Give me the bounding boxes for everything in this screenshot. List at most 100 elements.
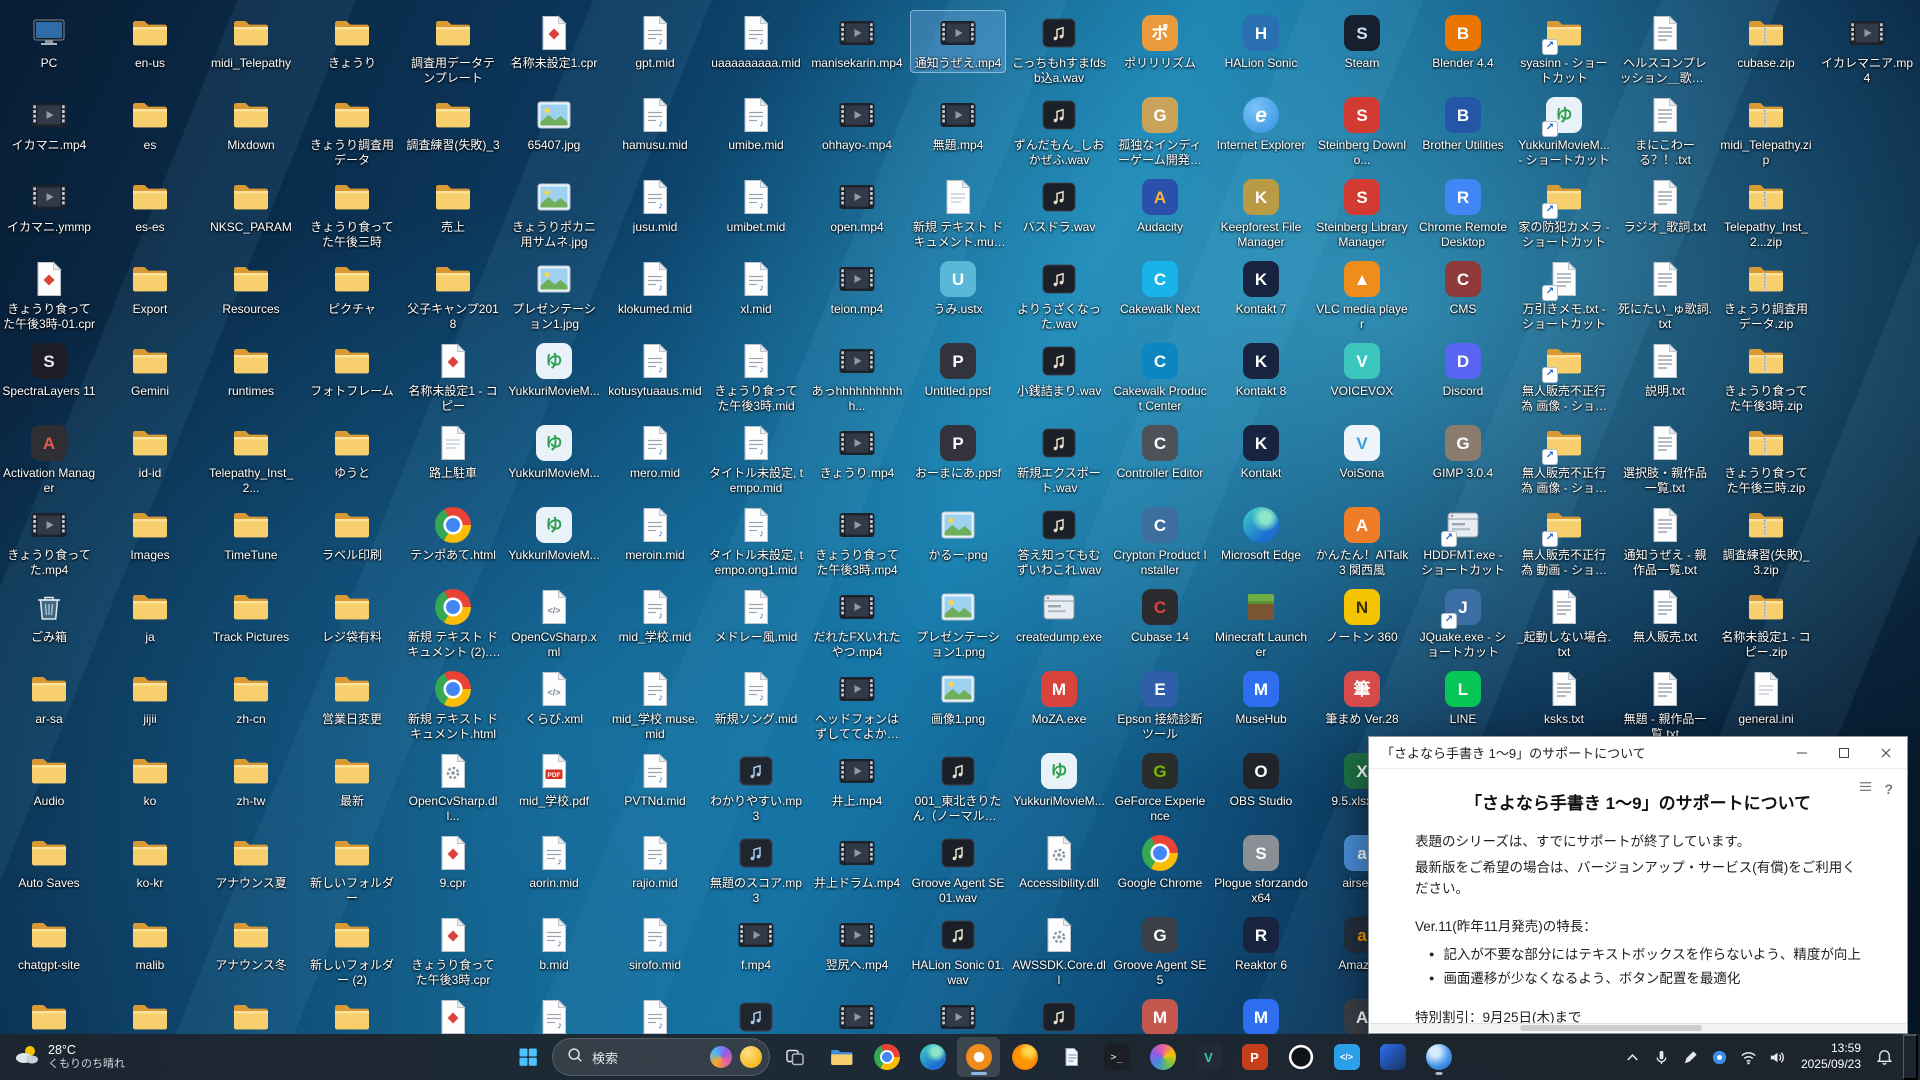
menu-icon[interactable] — [1858, 779, 1873, 799]
desktop-icon[interactable]: M — [1213, 994, 1309, 1034]
desktop-icon[interactable]: ♪新規ソング.mid — [708, 666, 804, 729]
desktop-icon[interactable]: きょうり — [304, 10, 400, 73]
desktop-icon[interactable]: DDiscord — [1415, 338, 1511, 401]
desktop-icon[interactable]: ♪PVTNd.mid — [607, 748, 703, 811]
desktop-icon[interactable]: 無題のスコア.mp3 — [708, 830, 804, 908]
desktop-icon[interactable]: 9.cpr — [405, 830, 501, 893]
taskbar-app-notepad[interactable] — [1049, 1037, 1092, 1077]
desktop-icon[interactable]: es — [102, 92, 198, 155]
desktop-icon[interactable]: SSpectraLayers 11 — [1, 338, 97, 401]
desktop-icon[interactable] — [1011, 994, 1107, 1034]
desktop-icon[interactable]: EEpson 接続診断ツール — [1112, 666, 1208, 744]
desktop-icon[interactable]: バスドラ.wav — [1011, 174, 1107, 237]
desktop-icon[interactable]: ♪kotusytuaaus.mid — [607, 338, 703, 401]
desktop-icon[interactable] — [1, 994, 97, 1034]
desktop-icon[interactable]: general.ini — [1718, 666, 1814, 729]
desktop-icon[interactable]: 無題 - 親作品一覧.txt — [1617, 666, 1713, 744]
desktop-icon[interactable]: LLINE — [1415, 666, 1511, 729]
taskbar-app-help-viewer[interactable] — [1417, 1037, 1460, 1077]
desktop-icon[interactable]: ラジオ_歌詞.txt — [1617, 174, 1713, 237]
desktop-icon[interactable]: きょうり食ってた午後3時.mp4 — [809, 502, 905, 580]
desktop-icon[interactable]: J↗JQuake.exe - ショートカット — [1415, 584, 1511, 662]
desktop-icon[interactable]: きょうり食ってた午後三時.zip — [1718, 420, 1814, 498]
desktop-icon[interactable]: MMoZA.exe — [1011, 666, 1107, 729]
desktop-icon[interactable]: きょうり調査用データ — [304, 92, 400, 170]
tray-app-icon[interactable] — [1705, 1037, 1734, 1077]
desktop-icon[interactable]: f.mp4 — [708, 912, 804, 975]
desktop-icon[interactable]: OOBS Studio — [1213, 748, 1309, 811]
desktop-icon[interactable]: イカレマニア.mp4 — [1819, 10, 1915, 88]
desktop-icon[interactable]: AWSSDK.Core.dll — [1011, 912, 1107, 990]
desktop-icon[interactable]: midi_Telepathy — [203, 10, 299, 73]
desktop-icon[interactable]: malib — [102, 912, 198, 975]
desktop-icon[interactable]: </>OpenCvSharp.xml — [506, 584, 602, 662]
desktop-icon[interactable]: テンポあて.html — [405, 502, 501, 565]
taskbar-app-media-player[interactable] — [957, 1037, 1000, 1077]
desktop-icon[interactable] — [910, 994, 1006, 1034]
desktop-icon[interactable]: 小銭詰まり.wav — [1011, 338, 1107, 401]
desktop-icon[interactable]: ar-sa — [1, 666, 97, 729]
desktop-icon[interactable] — [203, 994, 299, 1034]
desktop-icon[interactable]: ゆYukkuriMovieM... — [506, 420, 602, 483]
desktop-icon[interactable]: プレゼンテーション1.png — [910, 584, 1006, 662]
desktop-icon[interactable]: ラベル印刷 — [304, 502, 400, 565]
desktop-icon[interactable]: jijii — [102, 666, 198, 729]
desktop-icon[interactable]: </>くらび.xml — [506, 666, 602, 729]
desktop-icon[interactable]: ヘッドフォンはずしててよかった.mp4 — [809, 666, 905, 744]
pen-icon[interactable] — [1676, 1037, 1705, 1077]
desktop-icon[interactable]: わかりやすい.mp3 — [708, 748, 804, 826]
desktop-icon[interactable]: 名称未設定1.cpr — [506, 10, 602, 73]
taskbar-app-powerpoint[interactable]: P — [1233, 1037, 1276, 1077]
desktop-icon[interactable]: 名称未設定1 - コピー.zip — [1718, 584, 1814, 662]
desktop-icon[interactable]: プレゼンテーション1.jpg — [506, 256, 602, 334]
desktop-icon[interactable]: 画像1.png — [910, 666, 1006, 729]
desktop-icon[interactable]: ↗無人販売不正行為 画像 - ショートカット — [1516, 338, 1612, 416]
desktop-icon[interactable]: MMuseHub — [1213, 666, 1309, 729]
desktop-icon[interactable]: かるー.png — [910, 502, 1006, 565]
desktop-icon[interactable]: Microsoft Edge — [1213, 502, 1309, 565]
desktop-icon[interactable]: きょうり食ってた午後3時.cpr — [405, 912, 501, 990]
desktop-icon[interactable]: 筆筆まめ Ver.28 — [1314, 666, 1410, 729]
taskbar-app-app-blue[interactable] — [1371, 1037, 1414, 1077]
desktop-icon[interactable]: ゆYukkuriMovieM... — [506, 338, 602, 401]
desktop-icon[interactable]: 父子キャンプ2018 — [405, 256, 501, 334]
desktop-icon[interactable]: OpenCvSharp.dll... — [405, 748, 501, 826]
desktop-icon[interactable]: SPlogue sforzando x64 — [1213, 830, 1309, 908]
desktop-icon[interactable]: きょうり食ってた午後3時.zip — [1718, 338, 1814, 416]
desktop-icon[interactable]: 無人販売.txt — [1617, 584, 1713, 647]
desktop-icon[interactable]: Nノートン 360 — [1314, 584, 1410, 647]
desktop-icon[interactable]: Groove Agent SE 01.wav — [910, 830, 1006, 908]
desktop-icon[interactable]: 新規 テキスト ドキュメント (2).html — [405, 584, 501, 662]
desktop-icon[interactable]: CCubase 14 — [1112, 584, 1208, 647]
desktop-icon[interactable]: BBlender 4.4 — [1415, 10, 1511, 73]
desktop-icon[interactable]: AAudacity — [1112, 174, 1208, 237]
desktop-icon[interactable]: BBrother Utilities — [1415, 92, 1511, 155]
desktop-icon[interactable]: きょうり食ってた.mp4 — [1, 502, 97, 580]
desktop-icon[interactable]: ポポリリリズム — [1112, 10, 1208, 73]
taskbar-app-firefox[interactable] — [1003, 1037, 1046, 1077]
desktop-icon[interactable]: HHALion Sonic — [1213, 10, 1309, 73]
desktop-icon[interactable]: ゆ↗YukkuriMovieM... - ショートカット — [1516, 92, 1612, 170]
weather-widget[interactable]: 28°C くもりのち晴れ — [4, 1037, 135, 1077]
desktop-icon[interactable]: こっちもhすまfdsb込a.wav — [1011, 10, 1107, 88]
desktop-icon[interactable]: runtimes — [203, 338, 299, 401]
desktop-icon[interactable]: Export — [102, 256, 198, 319]
desktop-icon[interactable]: VVOICEVOX — [1314, 338, 1410, 401]
desktop-icon[interactable]: Audio — [1, 748, 97, 811]
desktop-icon[interactable]: Uうみ.ustx — [910, 256, 1006, 319]
volume-icon[interactable] — [1763, 1037, 1792, 1077]
desktop-icon[interactable]: あっhhhhhhhhhhh... — [809, 338, 905, 416]
desktop-icon[interactable]: ゆうと — [304, 420, 400, 483]
desktop-icon[interactable]: eInternet Explorer — [1213, 92, 1309, 155]
desktop-icon[interactable]: 無題.mp4 — [910, 92, 1006, 155]
desktop-icon[interactable]: 路上駐車 — [405, 420, 501, 483]
desktop-icon[interactable]: NKSC_PARAM — [203, 174, 299, 237]
desktop-icon[interactable]: ♪hamusu.mid — [607, 92, 703, 155]
desktop-icon[interactable]: ゆYukkuriMovieM... — [506, 502, 602, 565]
desktop-icon[interactable]: GGIMP 3.0.4 — [1415, 420, 1511, 483]
taskbar-app-voicevox[interactable]: V — [1187, 1037, 1230, 1077]
desktop-icon[interactable]: GGroove Agent SE 5 — [1112, 912, 1208, 990]
chevron-up-icon[interactable] — [1618, 1037, 1647, 1077]
desktop-icon[interactable]: Google Chrome — [1112, 830, 1208, 893]
desktop-icon[interactable]: きょうり食ってた午後3時-01.cpr — [1, 256, 97, 334]
